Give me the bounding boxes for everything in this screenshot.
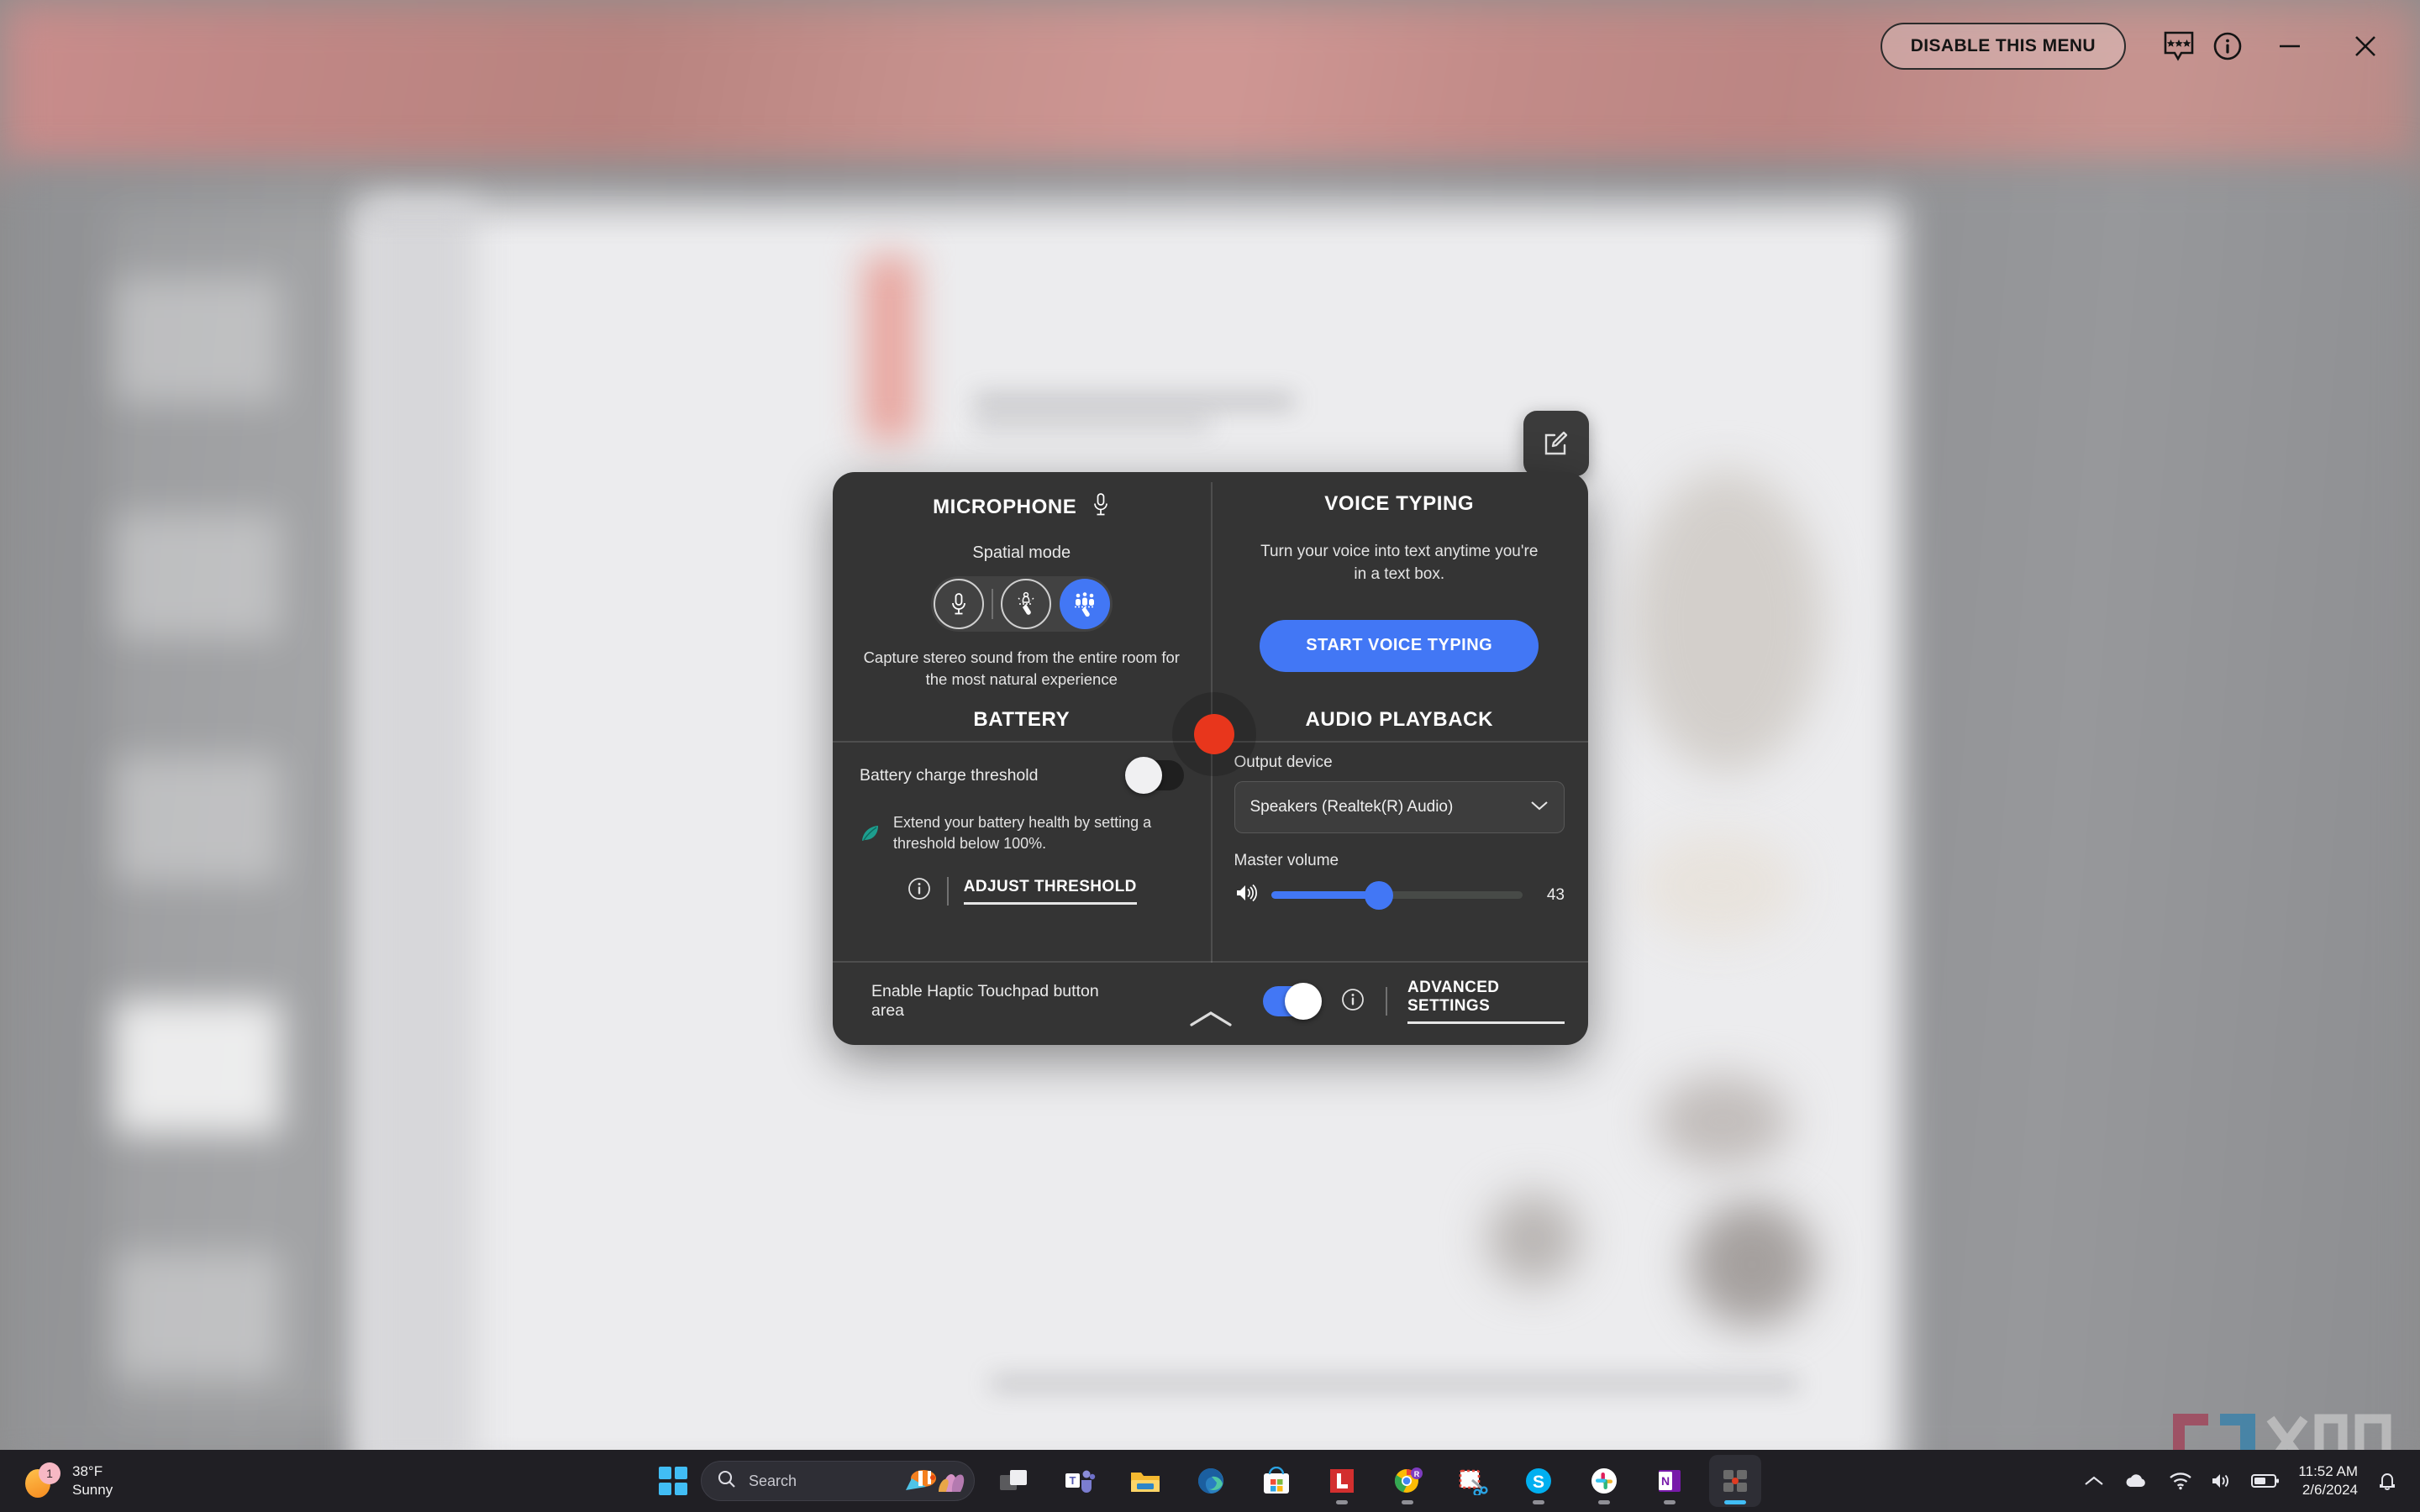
svg-text:S: S (1533, 1473, 1544, 1492)
google-chrome-icon[interactable]: R (1381, 1455, 1434, 1507)
audio-playback-section: AUDIO PLAYBACK Output device Speakers (R… (1211, 690, 1589, 920)
bell-icon[interactable] (2376, 1470, 2398, 1492)
info-circle-icon[interactable] (2203, 22, 2252, 71)
snipping-tool-icon[interactable] (1447, 1455, 1499, 1507)
search-input[interactable]: Search (701, 1461, 975, 1501)
battery-threshold-toggle[interactable] (1124, 757, 1184, 795)
output-device-group: Output device Speakers (Realtek(R) Audio… (1229, 753, 1570, 834)
spatial-mode-segmented-control (930, 576, 1113, 632)
skype-icon[interactable]: S (1512, 1455, 1565, 1507)
wifi-icon[interactable] (2169, 1472, 2192, 1490)
spatial-mode-single-voice[interactable] (933, 579, 984, 629)
minimize-icon[interactable] (2252, 22, 2328, 71)
disable-this-menu-button[interactable]: DISABLE THIS MENU (1880, 23, 2126, 70)
battery-threshold-label: Battery charge threshold (860, 765, 1039, 785)
windows-start-icon[interactable] (659, 1467, 687, 1495)
spatial-mode-multi-people[interactable] (1059, 579, 1110, 629)
svg-text:N: N (1661, 1474, 1670, 1488)
output-device-value: Speakers (Realtek(R) Audio) (1249, 798, 1454, 816)
master-volume-group: Master volume 43 (1229, 852, 1570, 910)
mycomputer-manager-icon[interactable] (1709, 1455, 1761, 1507)
cursor-highlight-dot (1194, 714, 1234, 754)
divider (992, 589, 994, 619)
notification-badge: 1 (39, 1462, 60, 1484)
leaf-icon (860, 822, 881, 848)
microphone-title: MICROPHONE (933, 495, 1077, 518)
output-device-label: Output device (1234, 753, 1333, 772)
close-icon[interactable] (2328, 22, 2403, 71)
haptic-touchpad-label: Enable Haptic Touchpad button area (871, 982, 1099, 1020)
windows-taskbar: 1 38°F Sunny Search T R S N 11:52 AM 2/6… (0, 1450, 2420, 1512)
clock-time: 11:52 AM (2298, 1462, 2358, 1479)
clock[interactable]: 11:52 AM 2/6/2024 (2298, 1462, 2358, 1499)
weather-condition: Sunny (72, 1482, 113, 1498)
task-view-icon[interactable] (988, 1455, 1040, 1507)
file-explorer-icon[interactable] (1119, 1455, 1171, 1507)
feedback-stars-icon[interactable] (2154, 22, 2203, 71)
microsoft-store-icon[interactable] (1250, 1455, 1302, 1507)
speaker-volume-icon[interactable] (1234, 882, 1258, 908)
weather-sunny-icon: 1 (24, 1462, 60, 1499)
start-voice-typing-button[interactable]: START VOICE TYPING (1260, 619, 1539, 672)
onenote-icon[interactable]: N (1644, 1455, 1696, 1507)
svg-text:T: T (1070, 1474, 1076, 1487)
battery-threshold-row: Battery charge threshold (851, 757, 1192, 795)
divider (1386, 987, 1387, 1016)
microphone-icon (1092, 492, 1110, 522)
microphone-header: MICROPHONE (851, 472, 1192, 522)
master-volume-slider[interactable] (1270, 880, 1523, 910)
lastpass-icon[interactable] (1316, 1455, 1368, 1507)
voice-typing-title: VOICE TYPING (1324, 492, 1475, 515)
output-device-select[interactable]: Speakers (Realtek(R) Audio) (1234, 781, 1565, 834)
spatial-mode-two-people[interactable] (1001, 579, 1052, 629)
battery-title: BATTERY (973, 708, 1071, 732)
search-placeholder: Search (749, 1472, 797, 1489)
screen-root: DISABLE THIS MENU MICROPHONE Spatial mod… (0, 0, 2420, 1512)
battery-icon[interactable] (2251, 1473, 2280, 1489)
weather-text: 38°F Sunny (72, 1462, 113, 1499)
audio-playback-title: AUDIO PLAYBACK (1305, 708, 1494, 732)
info-circle-icon[interactable] (1340, 987, 1365, 1016)
clock-date: 2/6/2024 (2302, 1482, 2358, 1498)
search-icon (717, 1469, 737, 1494)
clownfish-icon (905, 1464, 967, 1498)
edit-pencil-icon[interactable] (1523, 411, 1589, 476)
voice-typing-description: Turn your voice into text anytime you're… (1260, 543, 1539, 583)
master-volume-value: 43 (1546, 885, 1565, 904)
battery-tip: Extend your battery health by setting a … (851, 812, 1192, 854)
device-control-panel: MICROPHONE Spatial mode Capture stereo s… (833, 472, 1588, 1045)
info-circle-icon[interactable] (907, 876, 932, 906)
divider (946, 876, 949, 906)
onedrive-cloud-icon[interactable] (2123, 1472, 2150, 1490)
slack-icon[interactable] (1578, 1455, 1630, 1507)
speaker-icon[interactable] (2211, 1472, 2233, 1490)
battery-section: BATTERY Battery charge threshold Extend … (833, 690, 1211, 920)
voice-typing-header: VOICE TYPING (1229, 472, 1570, 516)
svg-text:R: R (1414, 1470, 1420, 1478)
weather-widget[interactable]: 1 38°F Sunny (0, 1462, 113, 1499)
microphone-description: Capture stereo sound from the entire roo… (863, 648, 1180, 688)
battery-tip-text: Extend your battery health by setting a … (893, 814, 1152, 853)
window-header-controls: DISABLE THIS MENU (1880, 0, 2420, 92)
tray-overflow-chevron-up-icon[interactable] (2083, 1474, 2105, 1488)
microsoft-edge-icon[interactable] (1185, 1455, 1237, 1507)
microphone-section: MICROPHONE Spatial mode Capture stereo s… (833, 472, 1211, 690)
master-volume-slider-row: 43 (1234, 880, 1565, 910)
advanced-settings-link[interactable]: ADVANCED SETTINGS (1407, 979, 1565, 1024)
haptic-touchpad-toggle[interactable] (1263, 983, 1323, 1020)
battery-actions: ADJUST THRESHOLD (851, 876, 1192, 906)
spatial-mode-label: Spatial mode (972, 543, 1071, 562)
adjust-threshold-link[interactable]: ADJUST THRESHOLD (963, 878, 1137, 905)
system-tray: 11:52 AM 2/6/2024 (2083, 1462, 2420, 1499)
master-volume-label: Master volume (1234, 852, 1339, 870)
weather-temperature: 38°F (72, 1463, 103, 1480)
chevron-up-icon[interactable] (1188, 1009, 1234, 1033)
chevron-down-icon (1530, 798, 1549, 816)
voice-typing-section: VOICE TYPING Turn your voice into text a… (1211, 472, 1589, 690)
microsoft-teams-icon[interactable]: T (1054, 1455, 1106, 1507)
taskbar-center: Search T R S N (659, 1455, 1761, 1507)
